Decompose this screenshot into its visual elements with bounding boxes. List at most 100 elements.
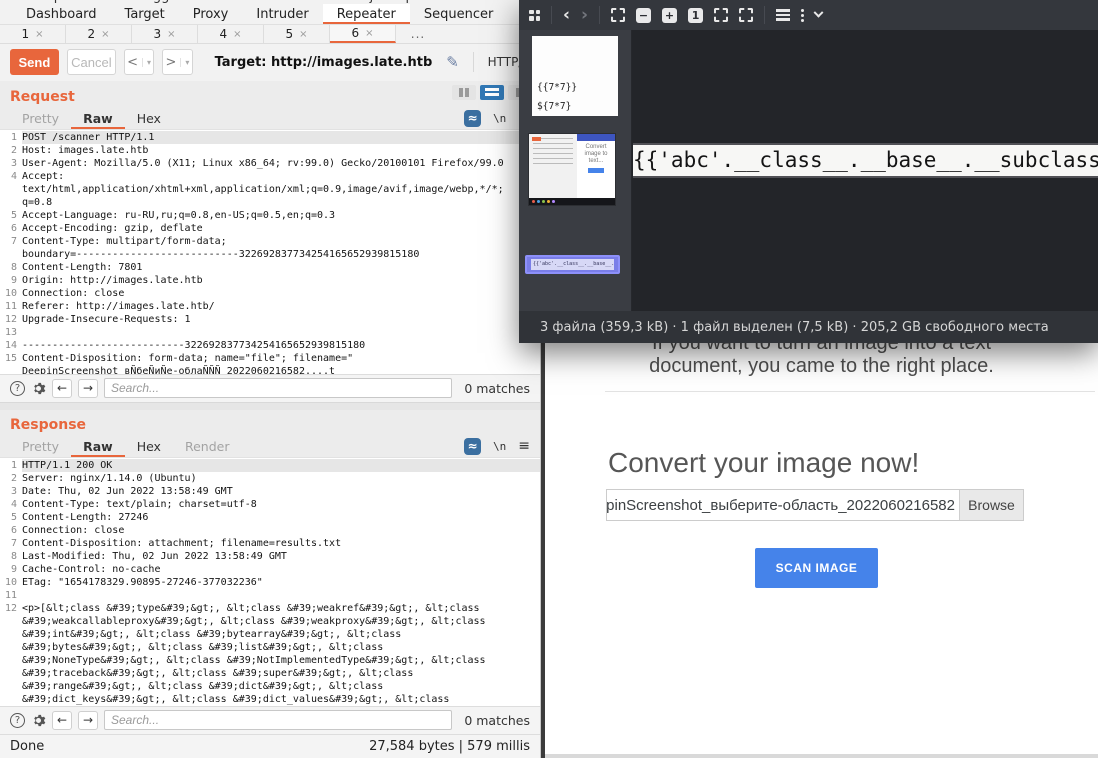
list-view-icon[interactable]: [776, 9, 790, 21]
soft-wrap-icon[interactable]: ≈: [464, 110, 481, 127]
back-icon[interactable]: ‹: [563, 7, 570, 24]
more-options-icon[interactable]: [801, 9, 804, 22]
line-content: Referer: http://images.late.htb/: [22, 300, 540, 313]
fit-width-icon[interactable]: [714, 8, 728, 22]
zoom-in-icon[interactable]: +: [662, 8, 677, 23]
close-icon[interactable]: ×: [365, 28, 373, 39]
chevron-down-icon[interactable]: ▾: [142, 58, 151, 67]
help-icon[interactable]: ?: [10, 713, 25, 728]
fullscreen-icon[interactable]: [739, 8, 753, 22]
thumbnail-screenshot-file[interactable]: Convert image to text...: [528, 133, 616, 206]
history-forward-button[interactable]: >▾: [162, 49, 192, 75]
search-next-icon[interactable]: →: [78, 379, 98, 398]
response-view-tab[interactable]: Render: [173, 435, 242, 457]
line-number: [0, 641, 22, 654]
layout-columns-button[interactable]: [452, 85, 476, 100]
repeater-tab[interactable]: 5×: [264, 25, 330, 43]
menu-icon[interactable]: ≡: [518, 438, 530, 454]
response-tab-icons: ≈ \n ≡: [464, 438, 530, 455]
request-code-line: 6Accept-Encoding: gzip, deflate: [0, 222, 540, 235]
burp-main-tab[interactable]: Proxy: [179, 4, 243, 24]
line-content: Cache-Control: no-cache: [22, 563, 540, 576]
burp-main-tab[interactable]: Sequencer: [410, 4, 507, 24]
repeater-tab[interactable]: 4×: [198, 25, 264, 43]
layout-rows-button[interactable]: [480, 85, 504, 100]
line-content: Server: nginx/1.14.0 (Ubuntu): [22, 472, 540, 485]
repeater-tab[interactable]: 3×: [132, 25, 198, 43]
close-icon[interactable]: ×: [167, 29, 175, 40]
thumbnail-code-line: ${7*7}: [537, 97, 618, 116]
request-view-tab[interactable]: Pretty: [10, 107, 71, 129]
line-number: 14: [0, 339, 22, 352]
scan-image-button[interactable]: SCAN IMAGE: [755, 548, 878, 588]
help-icon[interactable]: ?: [10, 381, 25, 396]
response-code-line: &#39;traceback&#39;&gt;, &lt;class &#39;…: [0, 667, 540, 680]
newline-toggle-icon[interactable]: \n: [493, 440, 506, 453]
burp-main-tabs: DashboardTargetProxyIntruderRepeaterSequ…: [0, 4, 540, 25]
history-back-button[interactable]: <▾: [124, 49, 154, 75]
request-search-input[interactable]: [104, 378, 452, 398]
request-view-tab[interactable]: Hex: [125, 107, 173, 129]
response-view-tab[interactable]: Raw: [71, 435, 125, 457]
response-search-input[interactable]: [104, 710, 452, 730]
repeater-tab-number: 1: [21, 27, 29, 41]
cancel-button[interactable]: Cancel: [67, 49, 116, 75]
request-code-line: q=0.8: [0, 196, 540, 209]
edit-target-pencil-icon[interactable]: ✎: [446, 53, 459, 71]
file-upload-input[interactable]: DeepinScreenshot_выберите-область_202206…: [606, 489, 1024, 521]
request-view-tab[interactable]: Raw: [71, 107, 125, 129]
soft-wrap-icon[interactable]: ≈: [464, 438, 481, 455]
fit-window-icon[interactable]: [611, 8, 625, 22]
repeater-tab-more[interactable]: ...: [396, 25, 440, 43]
gear-icon[interactable]: [31, 381, 46, 396]
close-icon[interactable]: ×: [35, 29, 43, 40]
search-next-icon[interactable]: →: [78, 711, 98, 730]
browse-button[interactable]: Browse: [959, 490, 1023, 520]
response-view-tab[interactable]: Hex: [125, 435, 173, 457]
zoom-out-icon[interactable]: −: [636, 8, 651, 23]
chevron-down-icon[interactable]: [814, 7, 824, 17]
line-number: 10: [0, 576, 22, 589]
burp-main-tab[interactable]: Dashboard: [12, 4, 111, 24]
target-url-label: Target: http://images.late.htb: [215, 55, 433, 70]
request-code-line: 1POST /scanner HTTP/1.1: [0, 131, 540, 144]
request-editor[interactable]: 1POST /scanner HTTP/1.12Host: images.lat…: [0, 130, 540, 374]
image-preview-pane[interactable]: {{'abc'.__class__.__base__.__subclasses_…: [633, 143, 1098, 178]
request-code-line: 10Connection: close: [0, 287, 540, 300]
close-icon[interactable]: ×: [299, 29, 307, 40]
response-code-line: 8Last-Modified: Thu, 02 Jun 2022 13:58:4…: [0, 550, 540, 563]
line-number: 4: [0, 170, 22, 183]
close-icon[interactable]: ×: [101, 29, 109, 40]
burp-main-tab[interactable]: Target: [111, 4, 179, 24]
repeater-tab[interactable]: 1×: [0, 25, 66, 43]
response-view-tab[interactable]: Pretty: [10, 435, 71, 457]
close-icon[interactable]: ×: [233, 29, 241, 40]
response-viewer[interactable]: 1HTTP/1.1 200 OK2Server: nginx/1.14.0 (U…: [0, 458, 540, 706]
line-number: 5: [0, 209, 22, 222]
newline-toggle-icon[interactable]: \n: [493, 112, 506, 125]
request-code-line: DeepinScreenshot_вÑбеÑиÑе-облаÑÑÑ_202206…: [0, 365, 540, 374]
search-prev-icon[interactable]: ←: [52, 711, 72, 730]
line-content: &#39;traceback&#39;&gt;, &lt;class &#39;…: [22, 667, 540, 680]
thumbnail-ssti-payloads-file[interactable]: {{7*7}}${7*7}<%= 7*7 %>${{7*7}}: [532, 36, 618, 116]
repeater-tab[interactable]: 2×: [66, 25, 132, 43]
thumbnail-selected-payload-image[interactable]: {{'abc'.__class__.__base__.__subclasses_…: [525, 255, 620, 274]
request-view-tabs: PrettyRawHex ≈ \n ≡: [0, 107, 540, 130]
panel-splitter[interactable]: [0, 402, 540, 410]
preview-payload-text: {{'abc'.__class__.__base__.__subclasses_…: [633, 145, 1098, 176]
response-code-line: &#39;NoneType&#39;&gt;, &lt;class &#39;N…: [0, 654, 540, 667]
burp-main-tab[interactable]: Intruder: [242, 4, 322, 24]
send-button[interactable]: Send: [10, 49, 59, 75]
repeater-tab-number: 2: [87, 27, 95, 41]
chevron-down-icon[interactable]: ▾: [180, 58, 189, 67]
forward-icon[interactable]: ›: [581, 7, 588, 24]
back-label: <: [127, 55, 138, 70]
thumbnails-grid-icon[interactable]: [529, 10, 540, 21]
response-code-line: &#39;bytes&#39;&gt;, &lt;class &#39;list…: [0, 641, 540, 654]
repeater-tab[interactable]: 6×: [330, 25, 396, 43]
search-prev-icon[interactable]: ←: [52, 379, 72, 398]
actual-size-icon[interactable]: 1: [688, 8, 703, 23]
gear-icon[interactable]: [31, 713, 46, 728]
burp-main-tab[interactable]: Repeater: [323, 4, 410, 24]
line-number: 6: [0, 222, 22, 235]
